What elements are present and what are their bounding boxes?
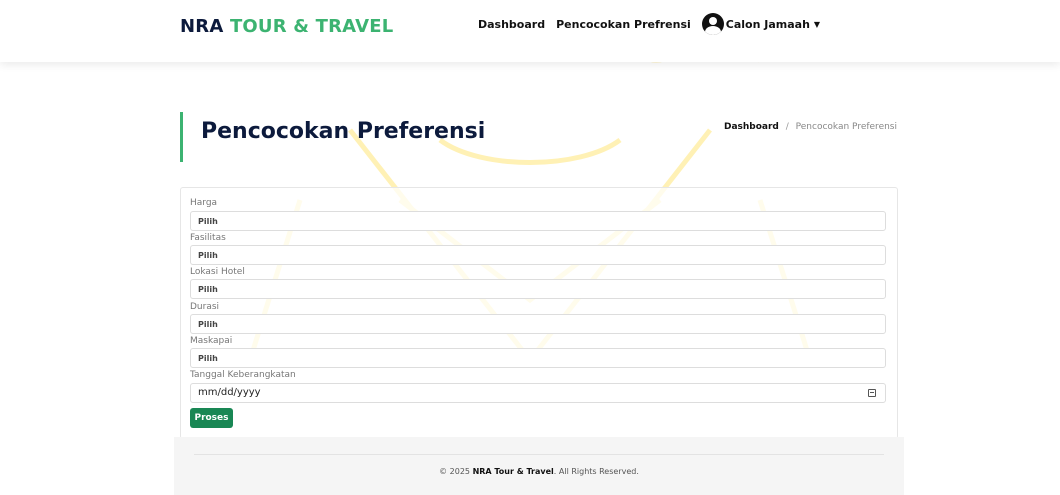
durasi-label: Durasi — [190, 302, 220, 312]
breadcrumb-current: Pencocokan Preferensi — [795, 122, 897, 132]
navbar: NRA TOUR & TRAVEL Dashboard Pencocokan P… — [0, 0, 1060, 62]
harga-select[interactable]: Pilih — [190, 211, 886, 231]
breadcrumb-separator: / — [785, 122, 789, 132]
nav-pencocokan-prefrensi[interactable]: Pencocokan Prefrensi — [556, 18, 691, 31]
maskapai-select[interactable]: Pilih — [190, 348, 886, 368]
footer-divider — [194, 454, 884, 455]
page-title: Pencocokan Preferensi — [201, 119, 486, 144]
harga-label: Harga — [190, 198, 218, 208]
fasilitas-label: Fasilitas — [190, 233, 226, 243]
brand-logo[interactable]: NRA TOUR & TRAVEL — [180, 16, 393, 37]
breadcrumb: Dashboard / Pencocokan Preferensi — [724, 122, 897, 132]
nav-menu: Dashboard Pencocokan Prefrensi Calon Jam… — [478, 13, 820, 35]
brand-name-part1: NRA — [180, 16, 224, 37]
footer: © 2025 NRA Tour & Travel. All Rights Res… — [174, 437, 904, 495]
lokasi-hotel-select[interactable]: Pilih — [190, 279, 886, 299]
nav-dashboard[interactable]: Dashboard — [478, 18, 545, 31]
user-menu-dropdown[interactable]: Calon Jamaah ▼ — [701, 13, 821, 35]
footer-prefix: © 2025 — [439, 467, 471, 476]
proses-button[interactable]: Proses — [190, 408, 233, 428]
maskapai-label: Maskapai — [190, 336, 233, 346]
date-placeholder: mm/dd/yyyy — [198, 387, 261, 398]
durasi-select[interactable]: Pilih — [190, 314, 886, 334]
footer-copyright: © 2025 NRA Tour & Travel. All Rights Res… — [174, 467, 904, 476]
user-avatar-icon — [701, 13, 724, 35]
user-name: Calon Jamaah — [725, 17, 810, 31]
tanggal-keberangkatan-input[interactable]: mm/dd/yyyy — [190, 383, 886, 403]
footer-brand: NRA Tour & Travel — [472, 467, 554, 476]
footer-suffix: . All Rights Reserved. — [553, 467, 639, 476]
brand-name-part2: TOUR & TRAVEL — [229, 16, 394, 37]
breadcrumb-home[interactable]: Dashboard — [724, 122, 779, 132]
lokasi-hotel-label: Lokasi Hotel — [190, 267, 245, 277]
title-accent-bar — [180, 112, 183, 162]
calendar-icon[interactable] — [868, 389, 876, 397]
tanggal-keberangkatan-label: Tanggal Keberangkatan — [190, 370, 296, 380]
fasilitas-select[interactable]: Pilih — [190, 245, 886, 265]
preference-form-card: Harga Pilih Fasilitas Pilih Lokasi Hotel… — [180, 187, 898, 439]
caret-down-icon: ▼ — [813, 19, 821, 29]
